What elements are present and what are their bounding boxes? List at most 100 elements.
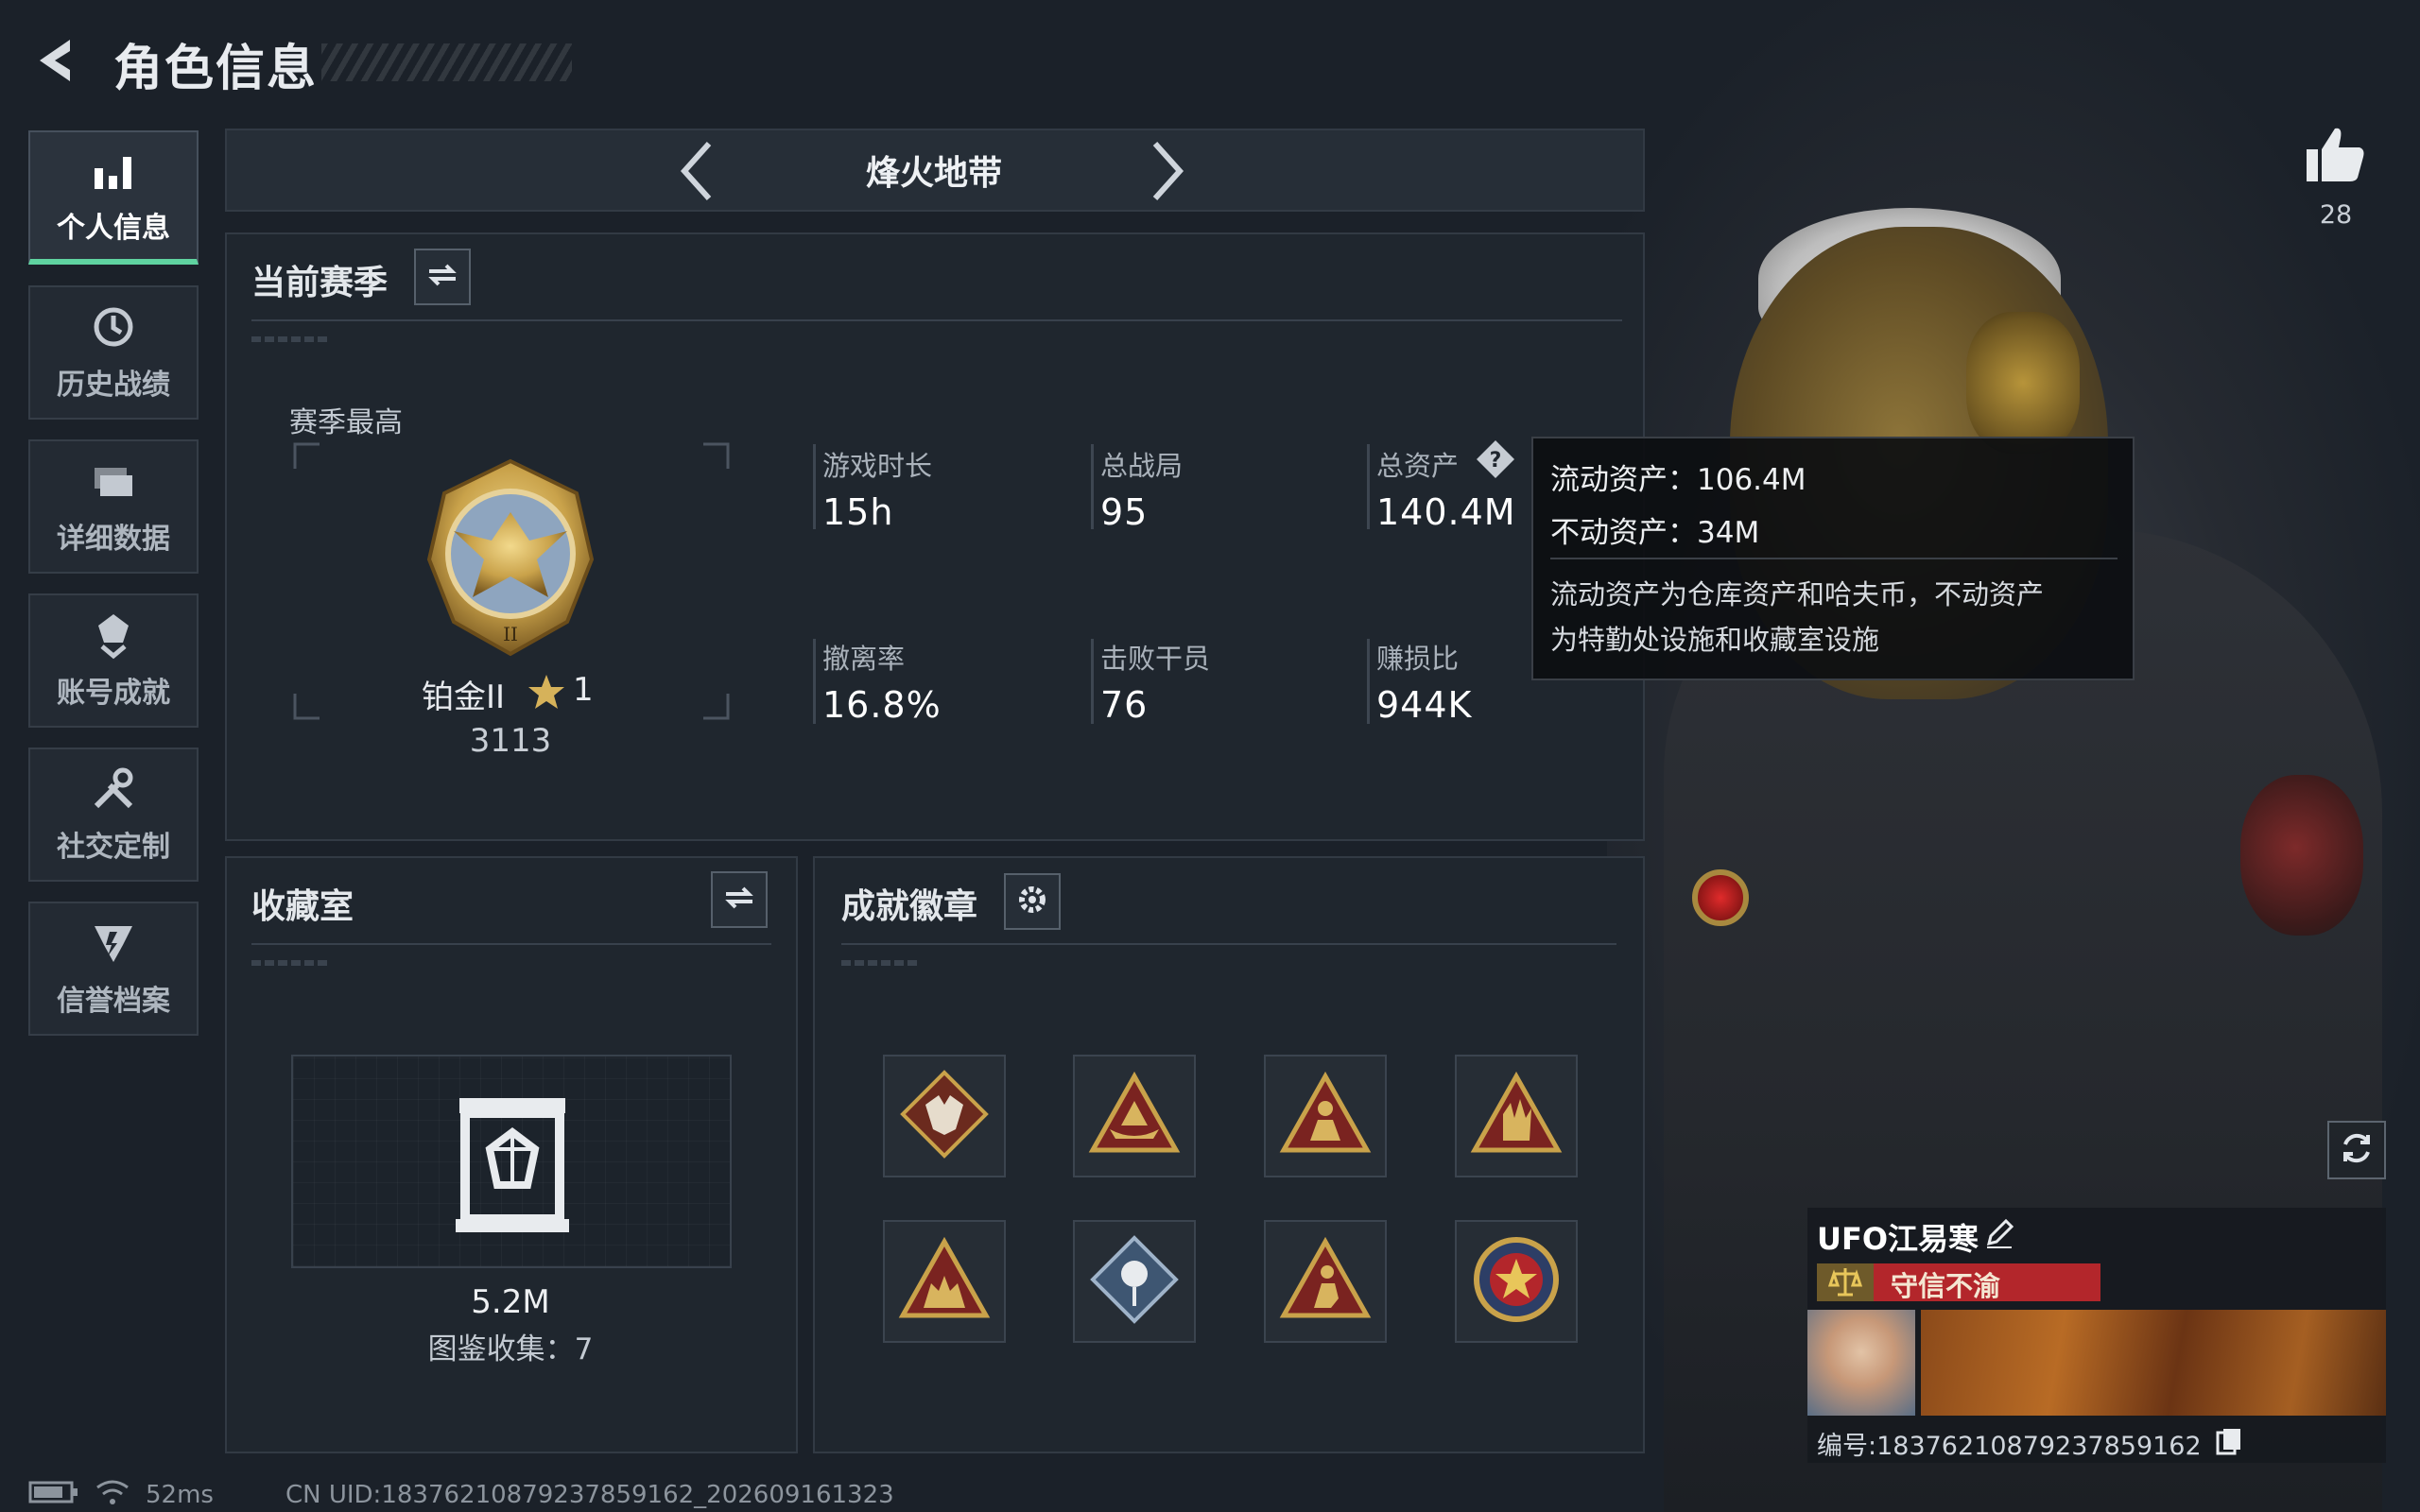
stat-label: 总资产	[1376, 450, 1460, 482]
sidebar-item-label: 详细数据	[57, 523, 170, 556]
collection-preview[interactable]	[291, 1055, 732, 1268]
stat-divider	[813, 444, 816, 529]
collection-value: 5.2M	[471, 1283, 550, 1321]
swap-button[interactable]	[711, 871, 768, 928]
stat-value: 76	[1100, 684, 1149, 726]
star-icon	[527, 673, 565, 711]
stat-label: 游戏时长	[822, 450, 933, 482]
badge-slot[interactable]	[1455, 1220, 1578, 1343]
player-id: 编号:183762108792378591​62	[1817, 1432, 2202, 1461]
sidebar-item-social[interactable]: 社交定制	[28, 747, 199, 882]
tools-icon	[89, 765, 138, 814]
stat-label: 赚损比	[1376, 643, 1460, 675]
thumbs-up-icon[interactable]	[2303, 121, 2369, 187]
sidebar-item-detail-data[interactable]: 详细数据	[28, 439, 199, 574]
sidebar-item-label: 信誉档案	[57, 985, 170, 1018]
rotate-button[interactable]	[2327, 1121, 2386, 1179]
stat-divider	[1367, 639, 1370, 724]
history-icon	[89, 302, 138, 352]
achievement-icon	[89, 610, 138, 660]
stat-divider	[813, 639, 816, 724]
rose-badge-icon	[1087, 1232, 1182, 1331]
rank-emblem-icon: II	[406, 455, 614, 663]
sidebar-item-label: 账号成就	[57, 677, 170, 710]
badge-slot[interactable]	[1073, 1055, 1196, 1177]
tooltip-desc-line2: 为特勤处设施和收藏室设施	[1550, 624, 1880, 656]
stat-divider	[1367, 444, 1370, 529]
badge-slot[interactable]	[883, 1220, 1006, 1343]
badge-slot[interactable]	[1264, 1055, 1387, 1177]
badge-slot[interactable]	[1264, 1220, 1387, 1343]
gear-icon	[1015, 883, 1049, 920]
divider	[841, 943, 1616, 945]
character-shoulder-patch	[2240, 775, 2363, 936]
soldier-badge-icon	[1278, 1067, 1373, 1165]
wolf-badge-icon	[897, 1067, 992, 1165]
svg-text:II: II	[503, 623, 518, 645]
tooltip-fixed-assets: 不动资产：34M	[1550, 516, 1760, 550]
badge-slot[interactable]	[1455, 1055, 1578, 1177]
assets-tooltip: 流动资产：106.4M 不动资产：34M 流动资产为仓库资产和哈夫币，不动资产 …	[1531, 437, 2135, 680]
back-arrow-icon[interactable]	[26, 32, 83, 89]
swap-button[interactable]	[414, 249, 471, 305]
uid-text: CN UID:183762108792378591​62_20260916132…	[285, 1481, 894, 1509]
stat-divider	[1091, 444, 1094, 529]
divider	[251, 319, 1622, 321]
like-count: 28	[2319, 200, 2353, 230]
folder-icon	[89, 456, 138, 506]
sidebar-item-label: 个人信息	[57, 212, 170, 245]
decoration	[251, 960, 331, 966]
rank-stars: 1	[573, 671, 594, 709]
stat-value: 95	[1100, 491, 1149, 533]
sidebar-item-label: 社交定制	[57, 831, 170, 864]
star-emblem-badge-icon	[1469, 1232, 1564, 1331]
sidebar-item-reputation[interactable]: 信誉档案	[28, 902, 199, 1036]
stat-value: 15h	[822, 491, 894, 533]
badge-slot[interactable]	[1073, 1220, 1196, 1343]
copy-icon[interactable]	[2216, 1427, 2242, 1455]
sidebar-item-personal-info[interactable]: 个人信息	[28, 130, 199, 265]
page-title: 角色信息	[113, 41, 319, 97]
stat-label: 总战局	[1100, 450, 1184, 482]
tooltip-desc-line1: 流动资产为仓库资产和哈夫币，不动资产	[1550, 578, 2045, 610]
team-badge-icon	[897, 1232, 992, 1331]
runner-badge-icon	[1278, 1232, 1373, 1331]
rank-name: 铂金II	[422, 679, 506, 716]
bar-chart-icon	[89, 146, 138, 195]
svg-text:?: ?	[1490, 449, 1502, 472]
swap-icon	[425, 258, 459, 296]
sidebar-item-achievements[interactable]: 账号成就	[28, 593, 199, 728]
badge-settings-button[interactable]	[1004, 873, 1061, 930]
badge-slot[interactable]	[883, 1055, 1006, 1177]
stat-divider	[1091, 639, 1094, 724]
edit-icon[interactable]	[1983, 1217, 2015, 1249]
stat-value: 140.4M	[1376, 491, 1516, 533]
wifi-icon	[95, 1478, 130, 1512]
chevron-left-icon[interactable]	[673, 138, 720, 204]
badges-panel-title: 成就徽章	[841, 887, 978, 926]
vault-icon	[454, 1092, 571, 1234]
divider	[251, 943, 771, 945]
status-bar: 52ms CN UID:183762108792378591​62_202609…	[28, 1480, 894, 1510]
swap-icon	[722, 881, 756, 919]
help-icon[interactable]: ?	[1475, 438, 1516, 480]
character-headset	[1966, 312, 2080, 454]
stat-value: 944K	[1376, 684, 1473, 726]
player-name: UFO江易寒	[1817, 1221, 1979, 1257]
chevron-right-icon[interactable]	[1144, 138, 1191, 204]
boat-badge-icon	[1087, 1067, 1182, 1165]
battery-icon	[28, 1480, 79, 1511]
character-chest-gem	[1692, 869, 1749, 926]
refresh-icon	[2338, 1129, 2376, 1171]
ping-value: 52ms	[146, 1481, 214, 1509]
collection-panel-title: 收藏室	[251, 887, 354, 926]
sidebar-item-label: 历史战绩	[57, 369, 170, 402]
player-banner	[1921, 1310, 2386, 1416]
avatar[interactable]	[1807, 1310, 1915, 1416]
sidebar-item-history[interactable]: 历史战绩	[28, 285, 199, 420]
stat-label: 撤离率	[822, 643, 906, 675]
title-decoration	[321, 43, 572, 81]
hand-badge-icon	[1469, 1067, 1564, 1165]
mode-title: 烽火地带	[865, 154, 1002, 193]
stat-value: 16.8%	[822, 684, 942, 726]
